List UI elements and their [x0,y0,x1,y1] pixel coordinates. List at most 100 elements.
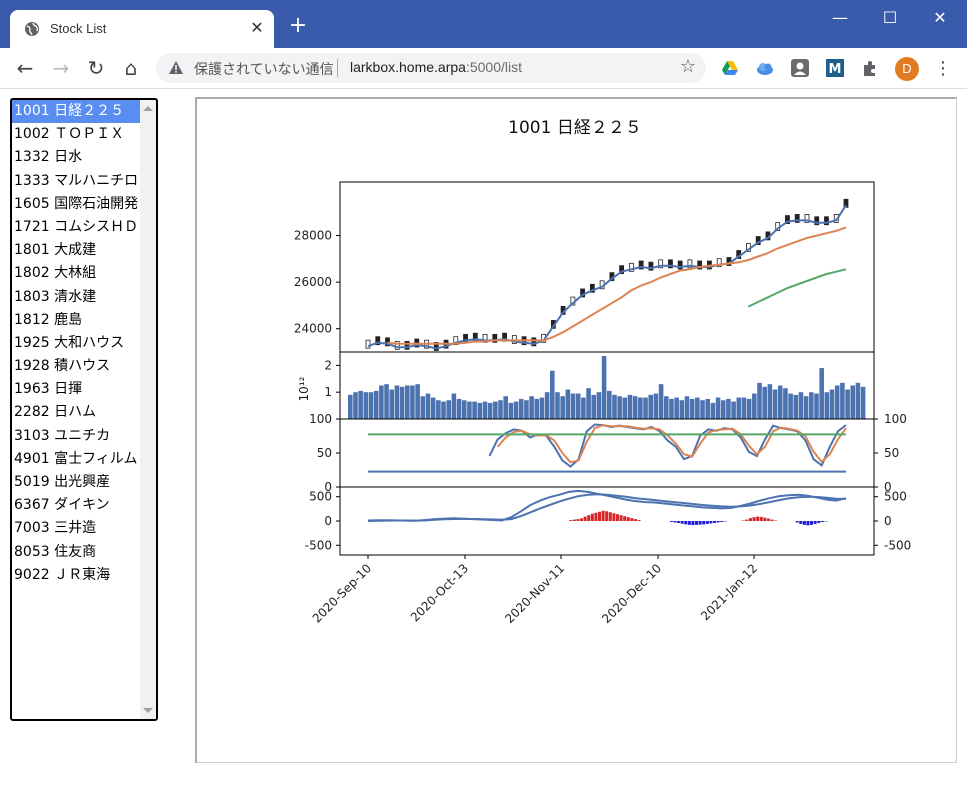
stock-list-item[interactable]: 1001 日経２２５ [12,100,140,124]
macd-histogram-bar [598,511,602,521]
stock-list-item[interactable]: 1802 大林組 [12,262,140,285]
macd-histogram-bar [590,513,594,521]
warning-icon [169,61,183,74]
volume-bar [384,384,389,419]
price-ytick-label: 26000 [294,275,332,289]
volume-bar [415,384,420,419]
stock-list-item[interactable]: 2282 日ハム [12,401,140,424]
price-panel-frame [339,181,875,353]
maximize-icon[interactable]: ☐ [875,8,905,28]
volume-bar [809,392,814,419]
volume-bar [394,385,400,419]
profile-avatar[interactable]: D [895,57,919,81]
menu-kebab-icon[interactable]: ⋮ [934,58,952,80]
macd-histogram-bar [608,512,612,521]
stock-list-item[interactable]: 1605 国際石油開発 [12,193,140,216]
volume-bar [803,396,809,419]
volume-bar [524,400,529,419]
stock-list-items: 1001 日経２２５ 1002 ＴＯＰＩＸ 1332 日水 1333 マルハニチロ 16… [12,100,156,587]
stock-list-item[interactable]: 6367 ダイキン [12,494,140,517]
volume-bar [348,394,353,419]
stock-list-item[interactable]: 1925 大和ハウス [12,332,140,355]
macd-histogram-bar [795,521,799,523]
stock-list-item[interactable]: 1812 鹿島 [12,309,140,332]
volume-bar [363,392,369,419]
macd-histogram-bar [713,521,717,523]
stock-list-item[interactable]: 4901 富士フィルム [12,448,140,471]
volume-bar [399,386,405,419]
volume-bar [710,402,716,419]
volume-bar [793,394,799,419]
macd-ytick-label-left: 500 [309,490,332,504]
macd-histogram-bar [698,521,702,525]
volume-bar [379,385,384,419]
stock-list-item[interactable]: 1928 積ハウス [12,355,140,378]
volume-bar [477,402,483,419]
macd-histogram-bar [763,517,767,521]
browser-tab[interactable]: Stock List ✕ [10,10,274,48]
volume-bar [632,396,638,419]
volume-bar [746,398,752,419]
stock-list-item[interactable]: 7003 三井造 [12,517,140,540]
stock-list-item[interactable]: 8053 住友商 [12,541,140,564]
close-window-icon[interactable]: ✕ [925,8,955,28]
volume-bar [689,398,695,419]
m-extension-icon[interactable]: M [825,58,845,78]
volume-bar [617,396,622,419]
puzzle-extensions-icon[interactable] [860,58,880,78]
back-arrow-icon[interactable]: ← [13,56,37,80]
stock-list-item[interactable]: 9022 ＪＲ東海 [12,564,140,587]
volume-bar [581,397,586,419]
profile-card-icon[interactable] [790,58,810,78]
volume-bar [441,401,446,419]
stock-list-item[interactable]: 1801 大成建 [12,239,140,262]
minimize-icon[interactable]: — [825,8,855,28]
price-candle [365,339,371,349]
browser-toolbar: ← → ↻ ⌂ 保護されていない通信 larkbox.home.arpa:500… [0,48,967,89]
stock-list-item[interactable]: 1803 清水建 [12,286,140,309]
volume-bar [503,396,508,419]
new-tab-icon[interactable]: + [288,15,308,37]
list-scrollbar[interactable] [140,100,156,719]
title-bar: Stock List ✕ + — ☐ ✕ [0,0,967,48]
volume-bar [389,389,395,419]
volume-bar [777,385,783,419]
url-path: :5000/list [465,59,522,75]
macd-histogram-bar [615,514,619,521]
macd-histogram-bar [770,519,774,521]
scroll-up-icon[interactable] [143,106,153,111]
stock-list-item[interactable]: 1721 コムシスＨＤ [12,216,140,239]
volume-bar [456,398,462,419]
stock-list-item[interactable]: 1963 日揮 [12,378,140,401]
forward-arrow-icon[interactable]: → [49,56,73,80]
cloud-icon[interactable] [755,58,775,78]
volume-bar [565,389,571,419]
volume-bar [607,390,612,419]
volume-bar [358,390,363,419]
macd-histogram-bar [745,519,749,521]
macd-histogram-bar [677,521,681,523]
macd-histogram-bar [605,511,609,521]
oscillator-ytick-label-right: 100 [884,412,907,426]
stock-list[interactable]: 1001 日経２２５ 1002 ＴＯＰＩＸ 1332 日水 1333 マルハニチロ 16… [10,98,158,721]
volume-bar [498,400,503,419]
home-icon[interactable]: ⌂ [119,56,143,80]
reload-icon[interactable]: ↻ [84,56,108,80]
url-host: larkbox.home.arpa [350,59,466,75]
google-drive-icon[interactable] [720,58,740,78]
stock-list-item[interactable]: 3103 ユニチカ [12,425,140,448]
bookmark-star-icon[interactable]: ☆ [680,56,696,77]
stock-list-item[interactable]: 5019 出光興産 [12,471,140,494]
stock-list-item[interactable]: 1332 日水 [12,146,140,169]
oscillator-ytick-label-left: 100 [309,412,332,426]
macd-histogram-bar [756,516,760,521]
macd-histogram-bar [580,518,584,521]
volume-bar [622,397,628,419]
volume-bar [658,384,664,419]
stock-list-item[interactable]: 1002 ＴＯＰＩＸ [12,123,140,146]
volume-ytick-label: 1 [324,385,332,399]
tab-close-icon[interactable]: ✕ [248,19,266,37]
stock-list-item[interactable]: 1333 マルハニチロ [12,170,140,193]
scroll-down-icon[interactable] [143,708,153,713]
address-bar[interactable]: 保護されていない通信 larkbox.home.arpa:5000/list ☆ [156,53,706,83]
